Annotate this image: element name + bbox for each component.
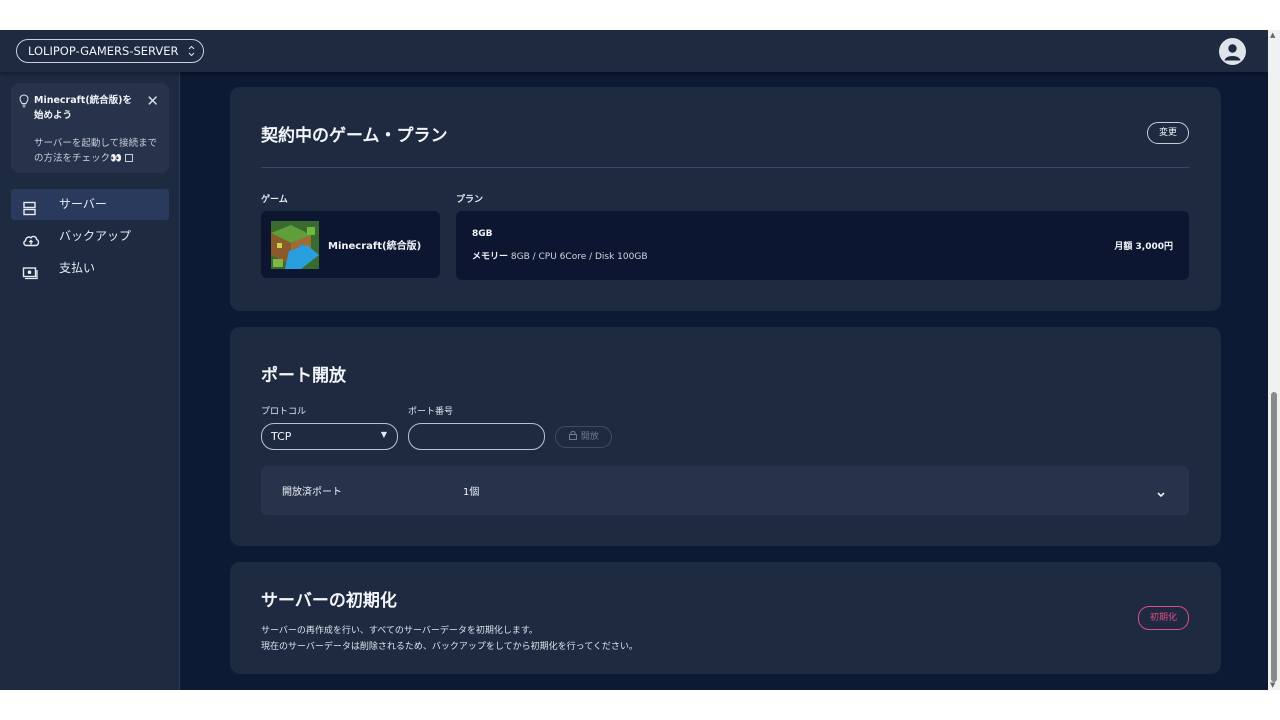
protocol-label: プロトコル xyxy=(261,407,307,417)
port-card: ポート開放 プロトコル ポート番号 TCP ▼ 開放 開放済ポート 1個 xyxy=(230,327,1221,546)
plan-card: 契約中のゲーム・プラン 変更 ゲーム プラン Minecraft(統合版) 8G… xyxy=(230,87,1221,311)
scroll-down-icon[interactable]: ▼ xyxy=(1270,681,1275,689)
dropdown-arrow-icon: ▼ xyxy=(380,430,387,439)
external-link-icon xyxy=(124,154,133,162)
lock-icon xyxy=(568,431,581,442)
reset-server-button[interactable]: 初期化 xyxy=(1138,606,1189,630)
sidebar-item-backup[interactable]: バックアップ xyxy=(11,221,169,252)
scroll-up-icon[interactable]: ▲ xyxy=(1270,31,1275,39)
minecraft-thumbnail xyxy=(271,221,319,269)
game-name: Minecraft(統合版) xyxy=(328,241,422,252)
plan-title: 契約中のゲーム・プラン xyxy=(261,126,448,146)
sidebar-item-label: 支払い xyxy=(59,261,96,275)
opened-ports-count: 1個 xyxy=(463,487,480,498)
game-label: ゲーム xyxy=(261,195,288,205)
plan-price: 月額 3,000円 xyxy=(1114,242,1173,252)
open-port-label: 開放 xyxy=(580,432,599,442)
sidebar: Minecraft(統合版)を始めよう ✕ サーバーを起動して接続までの方法をチ… xyxy=(0,72,180,690)
plan-name: 8GB xyxy=(472,229,493,239)
spec-prefix: メモリー xyxy=(472,252,509,262)
top-bar: LOLIPOP-GAMERS-SERVER xyxy=(0,30,1268,72)
lightbulb-icon xyxy=(19,93,29,108)
cloud-upload-icon xyxy=(22,229,40,247)
protocol-value: TCP xyxy=(271,430,292,443)
updown-arrow-icon xyxy=(188,40,195,71)
change-plan-button[interactable]: 変更 xyxy=(1147,122,1189,144)
payment-icon xyxy=(22,261,38,280)
reset-description-1: サーバーの再作成を行い、すべてのサーバーデータを初期化します。 xyxy=(261,626,538,636)
scrollbar-thumb[interactable] xyxy=(1271,392,1277,682)
server-name: LOLIPOP-GAMERS-SERVER xyxy=(28,44,179,58)
sidebar-item-label: サーバー xyxy=(59,197,107,211)
open-port-button[interactable]: 開放 xyxy=(555,426,612,448)
game-panel: Minecraft(統合版) xyxy=(261,211,440,278)
port-number-label: ポート番号 xyxy=(408,407,454,417)
server-selector[interactable]: LOLIPOP-GAMERS-SERVER xyxy=(16,39,204,63)
scrollbar[interactable]: ▲ ▼ xyxy=(1268,30,1280,690)
guide-title: Minecraft(統合版)を始めよう xyxy=(34,95,133,121)
reset-description-2: 現在のサーバーデータは削除されるため、バックアップをしてから初期化を行ってくださ… xyxy=(261,642,638,652)
port-number-input[interactable] xyxy=(408,423,545,450)
eyes-emoji: 👀 xyxy=(110,153,122,164)
reset-card: サーバーの初期化 サーバーの再作成を行い、すべてのサーバーデータを初期化します。… xyxy=(230,562,1221,674)
sidebar-item-label: バックアップ xyxy=(59,229,132,243)
plan-label: プラン xyxy=(456,195,484,205)
opened-ports-accordion[interactable]: 開放済ポート 1個 xyxy=(261,466,1189,515)
sidebar-item-payment[interactable]: 支払い xyxy=(11,253,169,284)
opened-ports-label: 開放済ポート xyxy=(282,487,342,498)
close-icon[interactable]: ✕ xyxy=(146,92,159,110)
port-title: ポート開放 xyxy=(261,366,346,386)
getting-started-guide: Minecraft(統合版)を始めよう ✕ サーバーを起動して接続までの方法をチ… xyxy=(11,83,169,173)
chevron-down-icon xyxy=(1156,484,1166,503)
spec-value: 8GB / CPU 6Core / Disk 100GB xyxy=(510,252,648,262)
user-avatar-icon[interactable] xyxy=(1219,38,1246,65)
guide-text[interactable]: サーバーを起動して接続までの方法をチェック👀 xyxy=(34,136,164,166)
plan-panel: 8GB メモリー 8GB / CPU 6Core / Disk 100GB 月額… xyxy=(456,211,1189,280)
divider xyxy=(261,167,1189,168)
server-icon xyxy=(22,197,38,216)
guide-text-body: サーバーを起動して接続までの方法をチェック xyxy=(34,138,158,164)
sidebar-item-server[interactable]: サーバー xyxy=(11,189,169,220)
reset-title: サーバーの初期化 xyxy=(261,591,397,611)
protocol-select[interactable]: TCP ▼ xyxy=(261,423,398,450)
plan-spec: メモリー 8GB / CPU 6Core / Disk 100GB xyxy=(472,249,648,262)
app-window: LOLIPOP-GAMERS-SERVER Minecraft(統合版)を始めよ… xyxy=(0,30,1268,690)
